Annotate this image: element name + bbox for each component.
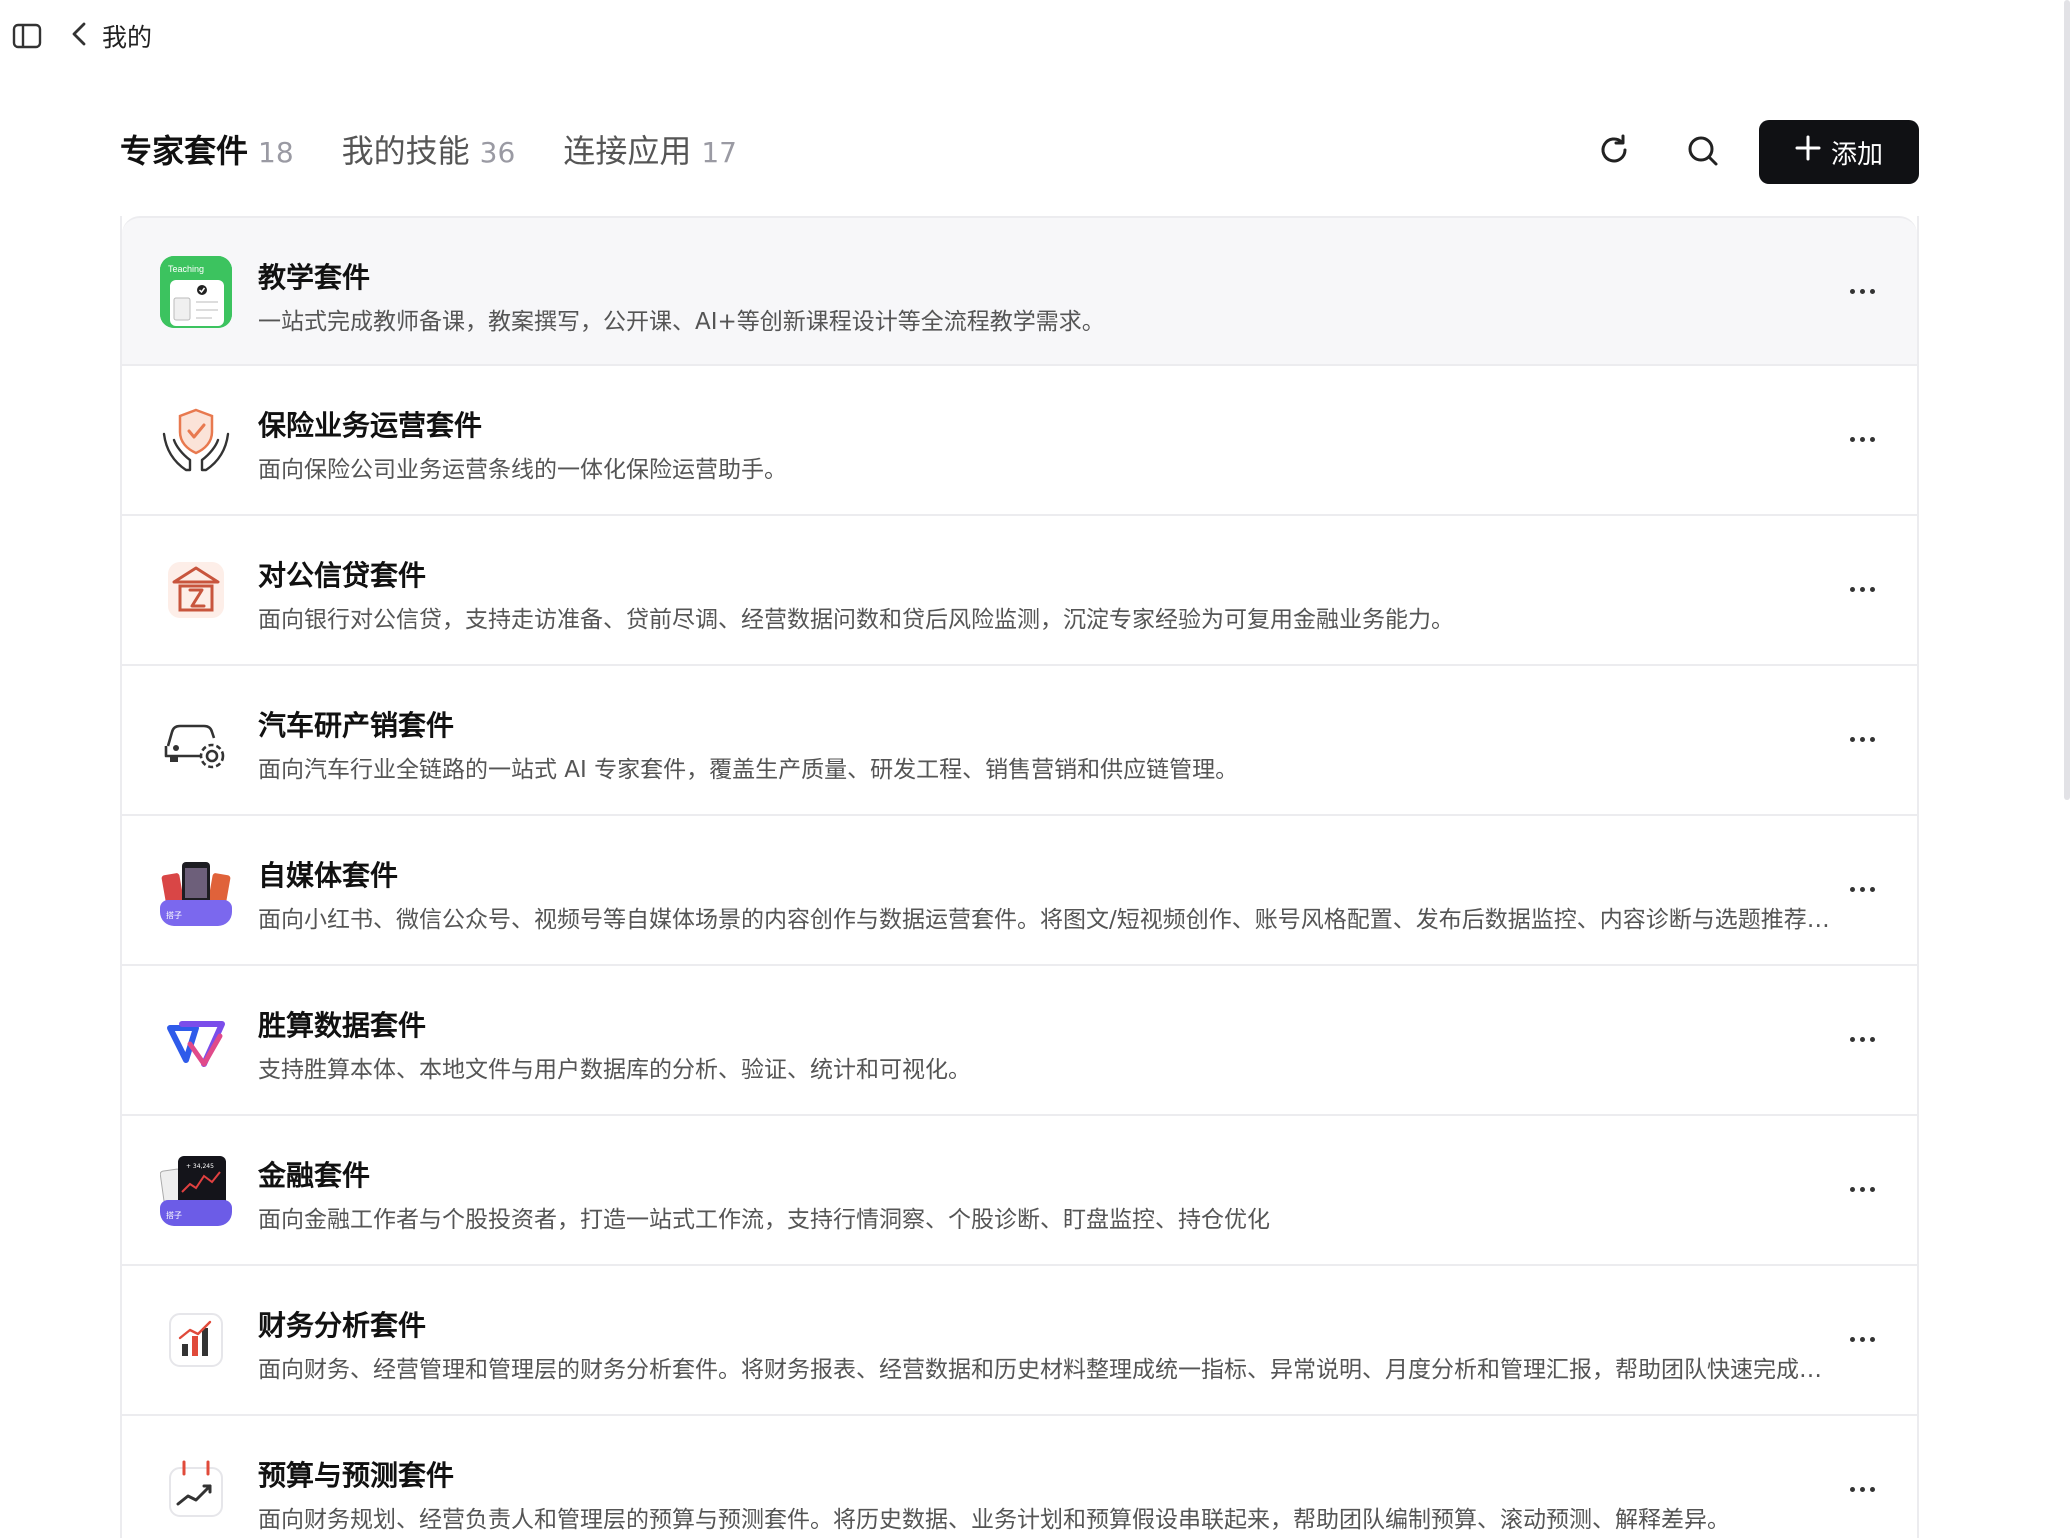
suite-title: 胜算数据套件 bbox=[258, 1009, 427, 1042]
shengsuan-logo-icon bbox=[160, 1004, 232, 1076]
tab-label: 专家套件 bbox=[120, 132, 249, 170]
insurance-shield-hands-icon bbox=[160, 404, 232, 476]
suite-item-finance[interactable]: + 34,245 搭子 金融套件 面向金融工作者与个股投资者，打造一站式工作流，… bbox=[122, 1116, 1917, 1266]
suite-item-corporate-credit[interactable]: 对公信贷套件 面向银行对公信贷，支持走访准备、贷前尽调、经营数据问数和贷后风险监… bbox=[122, 516, 1917, 666]
tab-label: 我的技能 bbox=[341, 132, 470, 170]
more-options-icon[interactable] bbox=[1842, 574, 1882, 604]
svg-text:搭子: 搭子 bbox=[166, 910, 182, 920]
more-options-icon[interactable] bbox=[1842, 1474, 1882, 1504]
calendar-trend-icon bbox=[160, 1454, 232, 1526]
more-options-icon[interactable] bbox=[1842, 1174, 1882, 1204]
bar-chart-icon bbox=[160, 1304, 232, 1376]
suite-title: 对公信贷套件 bbox=[258, 559, 427, 592]
add-button[interactable]: 添加 bbox=[1759, 120, 1919, 184]
tab-connected-apps[interactable]: 连接应用 17 bbox=[563, 126, 737, 172]
tab-label: 连接应用 bbox=[563, 132, 692, 170]
more-options-icon[interactable] bbox=[1842, 424, 1882, 454]
suite-item-budget-forecast[interactable]: 预算与预测套件 面向财务规划、经营负责人和管理层的预算与预测套件。将历史数据、业… bbox=[122, 1416, 1917, 1538]
suite-item-financial-analysis[interactable]: 财务分析套件 面向财务、经营管理和管理层的财务分析套件。将财务报表、经营数据和历… bbox=[122, 1266, 1917, 1416]
bank-building-icon bbox=[160, 554, 232, 626]
tab-my-skills[interactable]: 我的技能 36 bbox=[342, 126, 516, 172]
tab-count: 36 bbox=[479, 136, 516, 169]
car-gear-icon bbox=[160, 704, 232, 776]
more-options-icon[interactable] bbox=[1842, 874, 1882, 904]
more-options-icon[interactable] bbox=[1842, 724, 1882, 754]
tab-count: 18 bbox=[258, 136, 294, 169]
suite-title: 教学套件 bbox=[258, 261, 371, 294]
chevron-left-icon bbox=[70, 20, 88, 52]
more-options-icon[interactable] bbox=[1842, 276, 1882, 306]
svg-text:搭子: 搭子 bbox=[166, 1210, 182, 1220]
add-label: 添加 bbox=[1830, 139, 1883, 170]
more-options-icon[interactable] bbox=[1842, 1024, 1882, 1054]
suite-item-shengsuan-data[interactable]: 胜算数据套件 支持胜算本体、本地文件与用户数据库的分析、验证、统计和可视化。 bbox=[122, 966, 1917, 1116]
suite-list: Teaching 教学套件 一站式完成教师备课，教案撰写，公开课、AI+等创新课… bbox=[120, 216, 1919, 1538]
suite-title: 自媒体套件 bbox=[258, 859, 399, 892]
suite-item-insurance[interactable]: 保险业务运营套件 面向保险公司业务运营条线的一体化保险运营助手。 bbox=[122, 366, 1917, 516]
plus-icon bbox=[1795, 132, 1821, 168]
suite-description: 面向财务、经营管理和管理层的财务分析套件。将财务报表、经营数据和历史材料整理成统… bbox=[258, 1357, 1838, 1383]
suite-description: 一站式完成教师备课，教案撰写，公开课、AI+等创新课程设计等全流程教学需求。 bbox=[258, 309, 1105, 335]
more-options-icon[interactable] bbox=[1842, 1324, 1882, 1354]
suite-description: 面向汽车行业全链路的一站式 AI 专家套件，覆盖生产质量、研发工程、销售营销和供… bbox=[258, 757, 1239, 783]
svg-text:Teaching: Teaching bbox=[168, 264, 204, 274]
sidebar-toggle-icon[interactable] bbox=[12, 22, 42, 50]
finance-phone-icon: + 34,245 搭子 bbox=[160, 1154, 232, 1226]
teaching-icon: Teaching bbox=[160, 256, 232, 328]
suite-description: 面向银行对公信贷，支持走访准备、贷前尽调、经营数据问数和贷后风险监测，沉淀专家经… bbox=[258, 607, 1454, 633]
suite-description: 面向保险公司业务运营条线的一体化保险运营助手。 bbox=[258, 457, 787, 483]
suite-title: 预算与预测套件 bbox=[258, 1459, 455, 1492]
back-button[interactable]: 我的 bbox=[70, 18, 152, 54]
suite-description: 支持胜算本体、本地文件与用户数据库的分析、验证、统计和可视化。 bbox=[258, 1057, 971, 1083]
scrollbar[interactable] bbox=[2064, 0, 2070, 800]
suite-title: 金融套件 bbox=[258, 1159, 371, 1192]
media-phones-icon: 搭子 bbox=[160, 854, 232, 926]
tab-bar: 专家套件 18 我的技能 36 连接应用 17 bbox=[120, 126, 737, 172]
search-icon[interactable] bbox=[1684, 132, 1722, 170]
top-bar: 我的 bbox=[0, 0, 2070, 74]
suite-item-automotive[interactable]: 汽车研产销套件 面向汽车行业全链路的一站式 AI 专家套件，覆盖生产质量、研发工… bbox=[122, 666, 1917, 816]
suite-description: 面向财务规划、经营负责人和管理层的预算与预测套件。将历史数据、业务计划和预算假设… bbox=[258, 1507, 1730, 1533]
suite-description: 面向小红书、微信公众号、视频号等自媒体场景的内容创作与数据运营套件。将图文/短视… bbox=[258, 907, 1838, 933]
suite-title: 保险业务运营套件 bbox=[258, 409, 483, 442]
suite-item-teaching[interactable]: Teaching 教学套件 一站式完成教师备课，教案撰写，公开课、AI+等创新课… bbox=[122, 216, 1917, 366]
refresh-icon[interactable] bbox=[1594, 130, 1634, 170]
back-label: 我的 bbox=[102, 23, 153, 52]
suite-title: 财务分析套件 bbox=[258, 1309, 427, 1342]
svg-text:+ 34,245: + 34,245 bbox=[186, 1163, 214, 1170]
suite-item-self-media[interactable]: 搭子 自媒体套件 面向小红书、微信公众号、视频号等自媒体场景的内容创作与数据运营… bbox=[122, 816, 1917, 966]
suite-title: 汽车研产销套件 bbox=[258, 709, 455, 742]
tab-expert-suites[interactable]: 专家套件 18 bbox=[120, 126, 294, 172]
suite-description: 面向金融工作者与个股投资者，打造一站式工作流，支持行情洞察、个股诊断、盯盘监控、… bbox=[258, 1207, 1270, 1233]
tab-count: 17 bbox=[701, 136, 737, 169]
